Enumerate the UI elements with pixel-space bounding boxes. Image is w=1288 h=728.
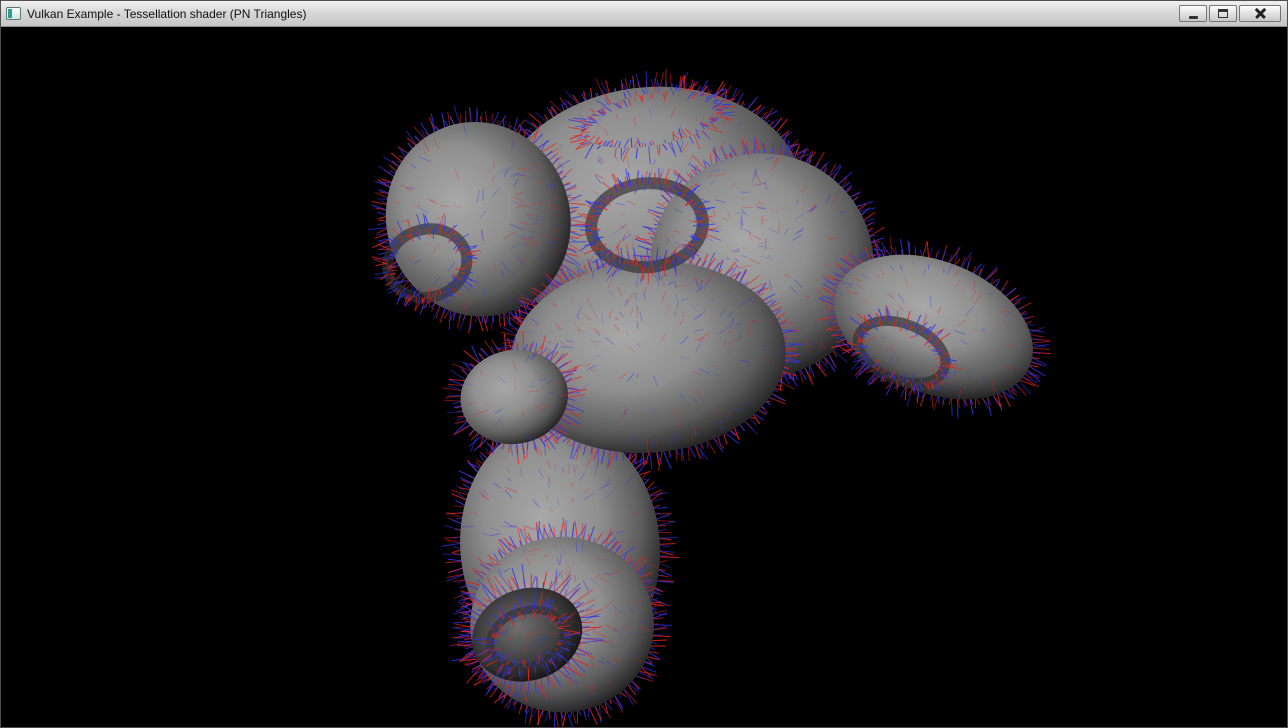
minimize-icon (1189, 16, 1198, 19)
window-title: Vulkan Example - Tessellation shader (PN… (27, 7, 1179, 21)
minimize-button[interactable] (1179, 5, 1207, 22)
maximize-button[interactable] (1209, 5, 1237, 22)
model-render (1, 27, 1287, 727)
window-controls (1179, 5, 1281, 22)
maximize-icon (1218, 9, 1228, 18)
close-button[interactable] (1239, 5, 1281, 22)
render-viewport[interactable] (1, 27, 1287, 727)
application-icon (6, 7, 21, 20)
title-bar[interactable]: Vulkan Example - Tessellation shader (PN… (1, 1, 1287, 27)
close-icon (1255, 8, 1266, 19)
app-window: Vulkan Example - Tessellation shader (PN… (0, 0, 1288, 728)
